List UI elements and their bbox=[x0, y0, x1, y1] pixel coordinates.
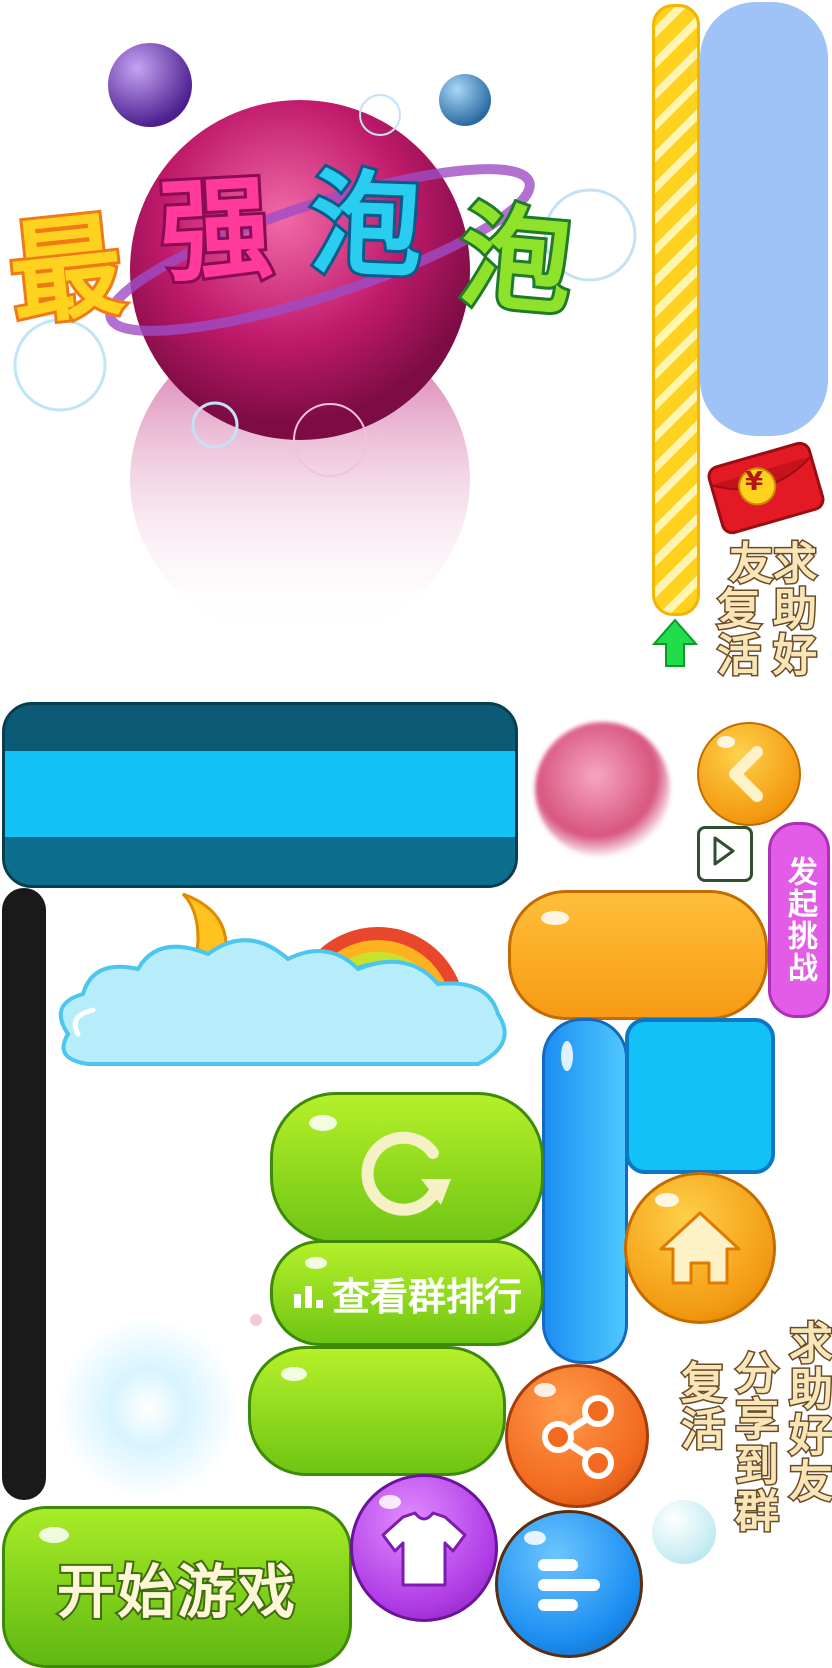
title-logo: 最 强 泡 泡 bbox=[0, 0, 650, 660]
play-button[interactable] bbox=[697, 826, 753, 882]
menu-icon bbox=[538, 1559, 600, 1611]
start-game-label: 开始游戏 bbox=[55, 1556, 297, 1628]
title-char-4: 泡 bbox=[452, 188, 581, 333]
bar-chart-icon bbox=[293, 1286, 323, 1308]
share-revive-line-3: 复活 bbox=[672, 1359, 726, 1454]
cyan-square-tile bbox=[625, 1018, 775, 1174]
share-revive-line-2: 分享到群 bbox=[726, 1349, 780, 1536]
home-button[interactable] bbox=[624, 1172, 776, 1324]
striped-progress-bar bbox=[652, 4, 700, 616]
small-pink-dot bbox=[250, 1314, 262, 1326]
green-pill-button[interactable] bbox=[248, 1346, 506, 1476]
small-bubble bbox=[652, 1500, 716, 1564]
share-button[interactable] bbox=[505, 1364, 649, 1508]
title-char-1: 最 bbox=[1, 198, 132, 345]
restart-icon bbox=[361, 1131, 451, 1216]
rank-button[interactable]: 查看群排行 bbox=[270, 1240, 544, 1346]
up-arrow-icon bbox=[652, 618, 698, 668]
glow-orb bbox=[58, 1318, 238, 1498]
black-vertical-bar bbox=[2, 888, 46, 1500]
red-envelope-icon[interactable]: ¥ bbox=[702, 440, 830, 536]
restart-button[interactable] bbox=[270, 1092, 544, 1244]
blue-vertical-pill bbox=[542, 1018, 628, 1364]
title-char-2: 强 bbox=[154, 160, 279, 302]
title-char-3: 泡 bbox=[305, 156, 427, 296]
share-icon bbox=[542, 1395, 614, 1479]
share-revive-line-1: 求助好友 bbox=[780, 1319, 832, 1506]
rank-label: 查看群排行 bbox=[331, 1274, 522, 1319]
cloud-moon-rainbow bbox=[48, 884, 508, 1084]
pink-bubble bbox=[535, 722, 670, 857]
yuan-symbol: ¥ bbox=[745, 467, 764, 497]
back-button[interactable] bbox=[697, 722, 801, 826]
tshirt-icon bbox=[381, 1511, 467, 1587]
blue-vertical-panel bbox=[700, 2, 828, 436]
invite-revive-line-2: 复活 bbox=[708, 585, 762, 680]
home-icon bbox=[659, 1211, 741, 1285]
invite-revive-label: 求助好友 复活 bbox=[700, 539, 818, 720]
skin-button[interactable] bbox=[350, 1474, 498, 1622]
cyan-banner-bar bbox=[2, 702, 518, 888]
play-icon bbox=[713, 836, 735, 866]
menu-button[interactable] bbox=[495, 1510, 643, 1658]
chevron-left-icon bbox=[729, 746, 763, 802]
challenge-label: 发起挑战 bbox=[782, 856, 817, 984]
orange-pill-button[interactable] bbox=[508, 890, 768, 1020]
start-game-button[interactable]: 开始游戏 bbox=[2, 1506, 352, 1668]
challenge-button[interactable]: 发起挑战 bbox=[768, 822, 830, 1018]
